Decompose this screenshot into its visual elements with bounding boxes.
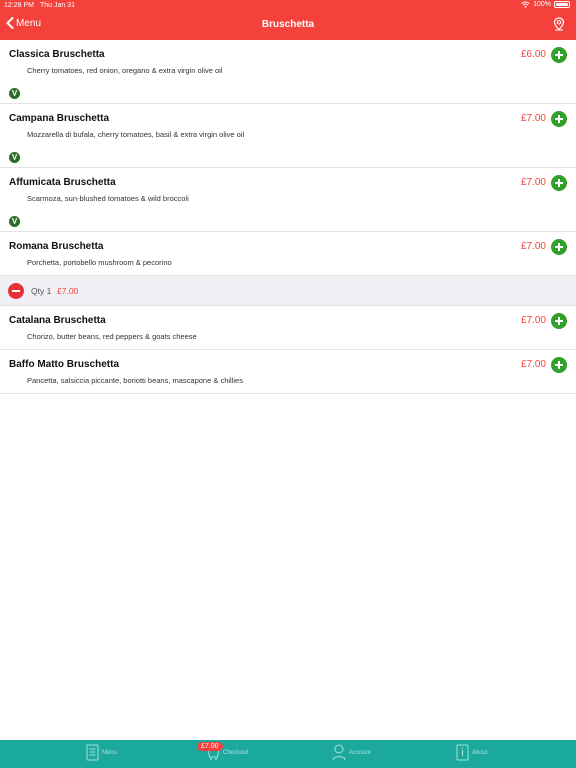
item-description: Mozzarella di bufala, cherry tomatoes, b… bbox=[27, 130, 245, 139]
battery-icon bbox=[554, 1, 570, 8]
status-right: 100% bbox=[521, 1, 570, 8]
account-icon bbox=[332, 744, 346, 761]
vegetarian-badge: V bbox=[9, 88, 20, 99]
cart-quantity-row: Qty 1 £7.00 bbox=[0, 276, 576, 306]
remove-button[interactable] bbox=[8, 283, 24, 299]
add-button[interactable] bbox=[551, 47, 567, 63]
item-price: £6.00 bbox=[520, 49, 546, 60]
add-button[interactable] bbox=[551, 357, 567, 373]
list-item[interactable]: Catalana Bruschetta Chorizo, butter bean… bbox=[0, 306, 576, 350]
item-name: Classica Bruschetta bbox=[9, 49, 105, 60]
quantity-price: £7.00 bbox=[57, 286, 79, 296]
item-name: Catalana Bruschetta bbox=[9, 315, 106, 326]
page-title: Bruschetta bbox=[261, 19, 315, 30]
vegetarian-badge: V bbox=[9, 216, 20, 227]
quantity-label: Qty 1 bbox=[31, 286, 52, 296]
item-price: £7.00 bbox=[520, 177, 546, 188]
list-item[interactable]: Romana Bruschetta Porchetta, portobello … bbox=[0, 232, 576, 276]
info-icon bbox=[456, 744, 469, 761]
add-button[interactable] bbox=[551, 239, 567, 255]
add-button[interactable] bbox=[551, 111, 567, 127]
tab-bar: Menu Checkout Account About bbox=[0, 740, 576, 768]
cart-total-badge: £7.00 bbox=[197, 742, 223, 751]
list-item[interactable]: Affumicata Bruschetta Scarmoza, sun-blus… bbox=[0, 168, 576, 232]
item-price: £7.00 bbox=[520, 359, 546, 370]
item-name: Affumicata Bruschetta bbox=[9, 177, 116, 188]
location-pin-icon bbox=[553, 17, 565, 31]
battery-percent: 100% bbox=[533, 1, 551, 8]
tab-label: About bbox=[472, 749, 488, 756]
menu-list: Classica Bruschetta Cherry tomatoes, red… bbox=[0, 40, 576, 394]
add-button[interactable] bbox=[551, 175, 567, 191]
item-price: £7.00 bbox=[520, 113, 546, 124]
list-item[interactable]: Baffo Matto Bruschetta Pancetta, salsicc… bbox=[0, 350, 576, 394]
status-time: 12:28 PM bbox=[4, 2, 34, 9]
add-button[interactable] bbox=[551, 313, 567, 329]
item-price: £7.00 bbox=[520, 241, 546, 252]
tab-label: Account bbox=[349, 749, 371, 756]
item-description: Pancetta, salsiccia piccante, boriotti b… bbox=[27, 376, 243, 385]
tab-label: Menu bbox=[102, 749, 118, 756]
tab-about[interactable]: About bbox=[456, 744, 488, 761]
wifi-icon bbox=[521, 1, 530, 8]
vegetarian-badge: V bbox=[9, 152, 20, 163]
item-name: Campana Bruschetta bbox=[9, 113, 110, 124]
item-description: Cherry tomatoes, red onion, oregano & ex… bbox=[27, 66, 223, 75]
menu-icon bbox=[86, 744, 99, 761]
item-description: Scarmoza, sun-blushed tomatoes & wild br… bbox=[27, 194, 189, 203]
tab-account[interactable]: Account bbox=[332, 744, 371, 761]
list-item[interactable]: Classica Bruschetta Cherry tomatoes, red… bbox=[0, 40, 576, 104]
status-bar: 12:28 PM Thu Jan 31 100% bbox=[0, 0, 576, 12]
item-description: Porchetta, portobello mushroom & pecorin… bbox=[27, 258, 172, 267]
status-date: Thu Jan 31 bbox=[40, 2, 76, 9]
tab-menu[interactable]: Menu bbox=[86, 744, 117, 761]
item-name: Baffo Matto Bruschetta bbox=[9, 359, 120, 370]
item-price: £7.00 bbox=[520, 315, 546, 326]
list-item[interactable]: Campana Bruschetta Mozzarella di bufala,… bbox=[0, 104, 576, 168]
tab-label: Checkout bbox=[223, 749, 249, 756]
top-bar: 12:28 PM Thu Jan 31 100% Menu Bruschetta bbox=[0, 0, 576, 40]
item-description: Chorizo, butter beans, red peppers & goa… bbox=[27, 332, 197, 341]
location-button[interactable] bbox=[553, 17, 565, 36]
item-name: Romana Bruschetta bbox=[9, 241, 104, 252]
